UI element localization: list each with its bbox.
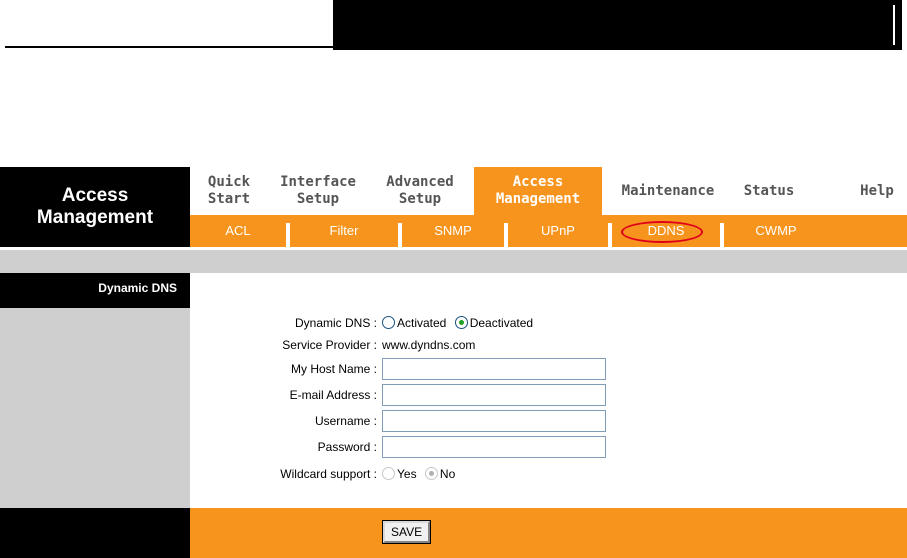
service-provider-label: Service Provider : — [282, 338, 377, 352]
dynamic-dns-options: Activated Deactivated — [382, 312, 538, 334]
ddns-form: Dynamic DNS : Activated Deactivated Serv… — [190, 308, 907, 508]
page-header-bar — [333, 0, 902, 50]
host-name-label: My Host Name : — [290, 362, 377, 376]
footer-side — [0, 508, 190, 558]
email-row: E-mail Address : — [190, 384, 907, 406]
main-nav: Quick Start Interface Setup Advanced Set… — [190, 167, 907, 215]
host-name-row: My Host Name : — [190, 358, 907, 380]
wildcard-row: Wildcard support : Yes No — [190, 463, 907, 485]
section-title-box: Access Management — [0, 167, 190, 247]
radio-no-label: No — [439, 467, 456, 481]
section-title-line1: Access — [61, 185, 129, 206]
subnav-upnp[interactable]: UPnP — [508, 215, 608, 247]
service-provider-value: www.dyndns.com — [382, 338, 476, 352]
host-name-input[interactable] — [382, 358, 606, 380]
password-row: Password : — [190, 436, 907, 458]
subnav-ddns[interactable]: DDNS — [612, 215, 720, 247]
nav-help[interactable]: Help — [850, 167, 904, 215]
section-title-line2: Management — [36, 207, 154, 228]
radio-circle-icon — [382, 316, 395, 329]
dynamic-dns-label: Dynamic DNS : — [294, 316, 377, 330]
radio-deactivated-label: Deactivated — [469, 316, 534, 330]
dynamic-dns-row: Dynamic DNS : Activated Deactivated — [190, 312, 907, 334]
radio-wildcard-no[interactable]: No — [424, 467, 456, 481]
subnav-filter[interactable]: Filter — [290, 215, 398, 247]
nav-status[interactable]: Status — [736, 167, 802, 215]
email-label: E-mail Address : — [289, 388, 377, 402]
password-input[interactable] — [382, 436, 606, 458]
radio-deactivated[interactable]: Deactivated — [454, 316, 534, 330]
email-input[interactable] — [382, 384, 606, 406]
nav-interface-setup[interactable]: Interface Setup — [270, 167, 366, 215]
password-label: Password : — [317, 440, 377, 454]
subnav-snmp[interactable]: SNMP — [402, 215, 504, 247]
service-provider-row: Service Provider : www.dyndns.com — [190, 334, 907, 356]
username-input[interactable] — [382, 410, 606, 432]
username-row: Username : — [190, 410, 907, 432]
section-label: Dynamic DNS — [0, 273, 190, 308]
nav-quick-start[interactable]: Quick Start — [192, 167, 266, 215]
radio-yes-label: Yes — [397, 467, 417, 481]
username-label: Username : — [314, 414, 377, 428]
radio-activated[interactable]: Activated — [382, 316, 446, 330]
nav-maintenance[interactable]: Maintenance — [608, 167, 728, 215]
sidebar-panel — [0, 308, 190, 508]
header-rule — [5, 46, 333, 48]
radio-wildcard-yes[interactable]: Yes — [382, 467, 417, 481]
nav-advanced-setup[interactable]: Advanced Setup — [372, 167, 468, 215]
subnav-cwmp[interactable]: CWMP — [724, 215, 828, 247]
radio-activated-label: Activated — [397, 316, 447, 330]
wildcard-options: Yes No — [382, 463, 460, 485]
spacer-band — [0, 250, 907, 273]
footer-bar: SAVE — [190, 508, 907, 558]
radio-checked-icon — [424, 467, 438, 480]
save-button[interactable]: SAVE — [381, 520, 432, 544]
sub-nav: ACL Filter SNMP UPnP DDNS CWMP — [190, 215, 907, 247]
subnav-acl[interactable]: ACL — [190, 215, 286, 247]
radio-circle-icon — [382, 467, 395, 480]
wildcard-label: Wildcard support : — [280, 467, 377, 481]
nav-access-management[interactable]: Access Management — [474, 167, 602, 215]
header-divider — [893, 5, 895, 45]
radio-checked-icon — [454, 316, 468, 329]
